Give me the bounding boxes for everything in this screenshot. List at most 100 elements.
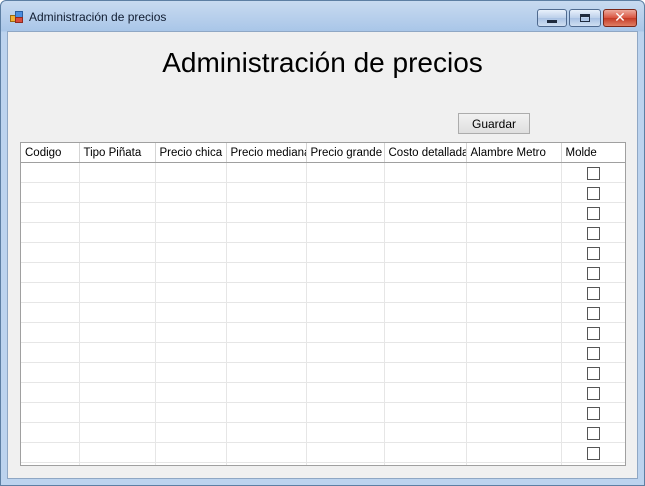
- grid-cell[interactable]: [466, 442, 562, 463]
- table-row[interactable]: [21, 162, 625, 183]
- grid-cell[interactable]: [306, 382, 385, 403]
- grid-cell[interactable]: [79, 282, 156, 303]
- grid-cell[interactable]: [306, 342, 385, 363]
- grid-cell[interactable]: [226, 262, 307, 283]
- grid-cell[interactable]: [155, 202, 227, 223]
- grid-cell[interactable]: [466, 322, 562, 343]
- grid-cell[interactable]: [79, 302, 156, 323]
- grid-cell[interactable]: [384, 362, 467, 383]
- table-row[interactable]: [21, 402, 625, 423]
- molde-checkbox[interactable]: [586, 247, 600, 260]
- grid-cell[interactable]: [226, 302, 307, 323]
- grid-cell[interactable]: [79, 402, 156, 423]
- table-row[interactable]: [21, 462, 625, 465]
- grid-cell[interactable]: [306, 462, 385, 465]
- grid-cell[interactable]: [155, 322, 227, 343]
- column-header[interactable]: Precio grande: [306, 143, 385, 163]
- grid-cell[interactable]: [155, 462, 227, 465]
- grid-cell[interactable]: [79, 442, 156, 463]
- grid-cell[interactable]: [561, 342, 625, 363]
- grid-cell[interactable]: [155, 242, 227, 263]
- grid-cell[interactable]: [21, 422, 80, 443]
- grid-cell[interactable]: [226, 462, 307, 465]
- grid-cell[interactable]: [384, 282, 467, 303]
- grid-cell[interactable]: [384, 322, 467, 343]
- molde-checkbox[interactable]: [586, 427, 600, 440]
- table-row[interactable]: [21, 222, 625, 243]
- grid-cell[interactable]: [466, 282, 562, 303]
- grid-cell[interactable]: [384, 462, 467, 465]
- grid-cell[interactable]: [21, 262, 80, 283]
- grid-cell[interactable]: [306, 282, 385, 303]
- grid-cell[interactable]: [306, 182, 385, 203]
- grid-cell[interactable]: [466, 202, 562, 223]
- grid-cell[interactable]: [21, 362, 80, 383]
- column-header[interactable]: Alambre Metro: [466, 143, 562, 163]
- table-row[interactable]: [21, 382, 625, 403]
- grid-cell[interactable]: [561, 362, 625, 383]
- grid-cell[interactable]: [561, 322, 625, 343]
- table-row[interactable]: [21, 242, 625, 263]
- grid-cell[interactable]: [226, 442, 307, 463]
- molde-checkbox[interactable]: [586, 407, 600, 420]
- column-header[interactable]: Costo detallada: [384, 143, 467, 163]
- grid-cell[interactable]: [466, 182, 562, 203]
- grid-cell[interactable]: [561, 422, 625, 443]
- grid-cell[interactable]: [226, 182, 307, 203]
- molde-checkbox[interactable]: [586, 287, 600, 300]
- grid-cell[interactable]: [384, 422, 467, 443]
- table-row[interactable]: [21, 282, 625, 303]
- molde-checkbox[interactable]: [586, 267, 600, 280]
- molde-checkbox[interactable]: [586, 207, 600, 220]
- molde-checkbox[interactable]: [586, 387, 600, 400]
- grid-cell[interactable]: [561, 222, 625, 243]
- grid-cell[interactable]: [79, 422, 156, 443]
- grid-cell[interactable]: [79, 222, 156, 243]
- grid-cell[interactable]: [79, 162, 156, 183]
- grid-cell[interactable]: [466, 362, 562, 383]
- molde-checkbox[interactable]: [586, 307, 600, 320]
- grid-cell[interactable]: [561, 262, 625, 283]
- grid-cell[interactable]: [226, 282, 307, 303]
- grid-cell[interactable]: [21, 202, 80, 223]
- molde-checkbox[interactable]: [586, 447, 600, 460]
- grid-cell[interactable]: [384, 442, 467, 463]
- grid-cell[interactable]: [155, 182, 227, 203]
- molde-checkbox[interactable]: [586, 327, 600, 340]
- molde-checkbox[interactable]: [586, 187, 600, 200]
- column-header[interactable]: Precio chica: [155, 143, 227, 163]
- grid-cell[interactable]: [155, 282, 227, 303]
- column-header[interactable]: Molde: [561, 143, 625, 163]
- grid-cell[interactable]: [79, 262, 156, 283]
- grid-cell[interactable]: [306, 202, 385, 223]
- title-bar[interactable]: Administración de precios ✕: [1, 1, 644, 31]
- table-row[interactable]: [21, 262, 625, 283]
- column-header[interactable]: Codigo: [21, 143, 80, 163]
- grid-cell[interactable]: [561, 462, 625, 465]
- molde-checkbox[interactable]: [586, 347, 600, 360]
- grid-cell[interactable]: [466, 302, 562, 323]
- grid-cell[interactable]: [21, 162, 80, 183]
- table-row[interactable]: [21, 422, 625, 443]
- table-row[interactable]: [21, 202, 625, 223]
- grid-cell[interactable]: [155, 302, 227, 323]
- grid-cell[interactable]: [466, 262, 562, 283]
- grid-cell[interactable]: [306, 242, 385, 263]
- grid-cell[interactable]: [79, 362, 156, 383]
- grid-cell[interactable]: [21, 302, 80, 323]
- grid-cell[interactable]: [384, 382, 467, 403]
- grid-cell[interactable]: [21, 442, 80, 463]
- grid-cell[interactable]: [306, 442, 385, 463]
- grid-cell[interactable]: [21, 342, 80, 363]
- table-row[interactable]: [21, 362, 625, 383]
- grid-cell[interactable]: [306, 162, 385, 183]
- table-row[interactable]: [21, 322, 625, 343]
- grid-cell[interactable]: [226, 242, 307, 263]
- grid-cell[interactable]: [384, 182, 467, 203]
- grid-cell[interactable]: [384, 302, 467, 323]
- grid-cell[interactable]: [155, 442, 227, 463]
- grid-cell[interactable]: [384, 342, 467, 363]
- grid-cell[interactable]: [306, 302, 385, 323]
- grid-cell[interactable]: [466, 242, 562, 263]
- grid-cell[interactable]: [466, 402, 562, 423]
